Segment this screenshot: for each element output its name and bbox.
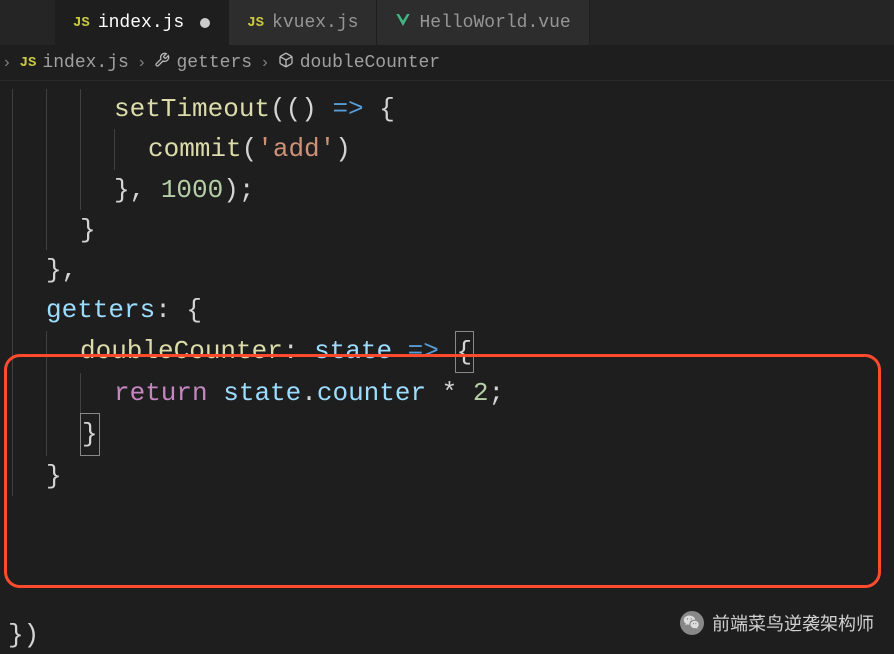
breadcrumb-doublecounter[interactable]: doubleCounter	[278, 52, 440, 74]
code-line: getters: {	[12, 290, 894, 330]
breadcrumb-label: doubleCounter	[300, 53, 440, 73]
code-line: }, 1000);	[12, 170, 894, 210]
wrench-icon	[154, 52, 170, 74]
breadcrumb-label: getters	[176, 53, 252, 73]
watermark: 前端菜鸟逆袭架构师	[680, 610, 874, 636]
code-line: })	[8, 620, 39, 650]
tabs-bar: JS index.js JS kvuex.js HelloWorld.vue	[0, 0, 894, 45]
code-line: }	[12, 413, 894, 455]
js-icon: JS	[73, 15, 90, 31]
code-line: },	[12, 250, 894, 290]
tab-label: kvuex.js	[272, 13, 358, 33]
tab-index-js[interactable]: JS index.js	[55, 0, 229, 45]
code-line: return state.counter * 2;	[12, 373, 894, 413]
code-line: }	[12, 456, 894, 496]
code-editor[interactable]: setTimeout(() => { commit('add') }, 1000…	[0, 81, 894, 496]
tab-helloworld-vue[interactable]: HelloWorld.vue	[377, 0, 589, 45]
code-line: }	[12, 210, 894, 250]
breadcrumb: › JS index.js › getters › doubleCounter	[0, 45, 894, 81]
js-icon: JS	[247, 15, 264, 31]
vue-icon	[395, 12, 411, 33]
js-icon: JS	[20, 55, 37, 71]
modified-indicator-icon	[200, 18, 210, 28]
code-line: doubleCounter: state => {	[12, 331, 894, 373]
chevron-right-icon: ›	[260, 54, 270, 72]
tab-label: index.js	[98, 13, 184, 33]
tab-label: HelloWorld.vue	[419, 13, 570, 33]
breadcrumb-label: index.js	[42, 53, 128, 73]
chevron-right-icon: ›	[2, 54, 12, 72]
code-line: commit('add')	[12, 129, 894, 169]
wechat-icon	[680, 611, 704, 635]
watermark-text: 前端菜鸟逆袭架构师	[712, 610, 874, 636]
cube-icon	[278, 52, 294, 74]
tab-kvuex-js[interactable]: JS kvuex.js	[229, 0, 377, 45]
breadcrumb-file[interactable]: JS index.js	[20, 53, 129, 73]
breadcrumb-getters[interactable]: getters	[154, 52, 252, 74]
code-line: setTimeout(() => {	[12, 89, 894, 129]
chevron-right-icon: ›	[137, 54, 147, 72]
